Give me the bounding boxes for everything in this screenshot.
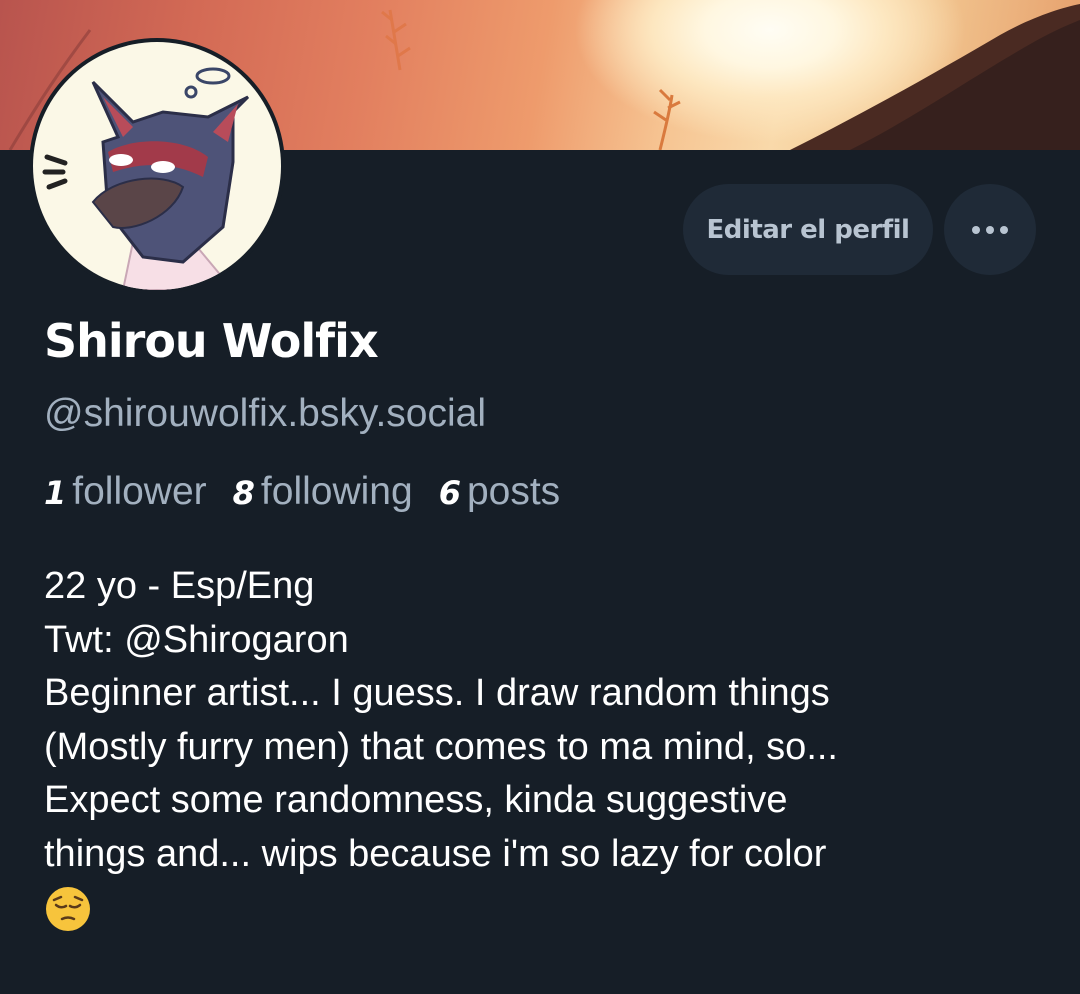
following-count: 8	[232, 474, 255, 512]
profile-stats: 1 follower 8 following 6 posts	[44, 470, 586, 514]
posts-stat: 6 posts	[439, 470, 560, 514]
bio-line: Expect some randomness, kinda suggestive	[44, 779, 788, 821]
followers-label: follower	[72, 470, 207, 513]
following-stat[interactable]: 8 following	[233, 470, 413, 514]
bio-line: things and... wips because i'm so lazy f…	[44, 832, 827, 875]
bio-line: 22 yo - Esp/Eng	[44, 565, 315, 607]
more-options-button[interactable]	[944, 184, 1036, 275]
display-name: Shirou Wolfix	[44, 314, 379, 368]
posts-count: 6	[438, 474, 461, 512]
followers-stat[interactable]: 1 follower	[44, 470, 207, 514]
bio-line: Beginner artist... I guess. I draw rando…	[44, 672, 830, 714]
bio-emoji-line	[44, 881, 1054, 935]
profile-bio: 22 yo - Esp/Eng Twt: @Shirogaron Beginne…	[44, 560, 1054, 935]
pensive-face-emoji	[46, 886, 90, 931]
bio-line: Twt: @Shirogaron	[44, 618, 349, 661]
bio-line: (Mostly furry men) that comes to ma mind…	[44, 725, 838, 768]
avatar-image	[33, 42, 281, 290]
following-label: following	[260, 470, 413, 513]
ellipsis-icon	[972, 225, 1008, 234]
edit-profile-button[interactable]: Editar el perfil	[683, 184, 933, 275]
profile-handle: @shirouwolfix.bsky.social	[44, 392, 487, 435]
posts-label: posts	[466, 470, 561, 513]
avatar[interactable]	[29, 38, 285, 294]
followers-count: 1	[44, 474, 67, 512]
